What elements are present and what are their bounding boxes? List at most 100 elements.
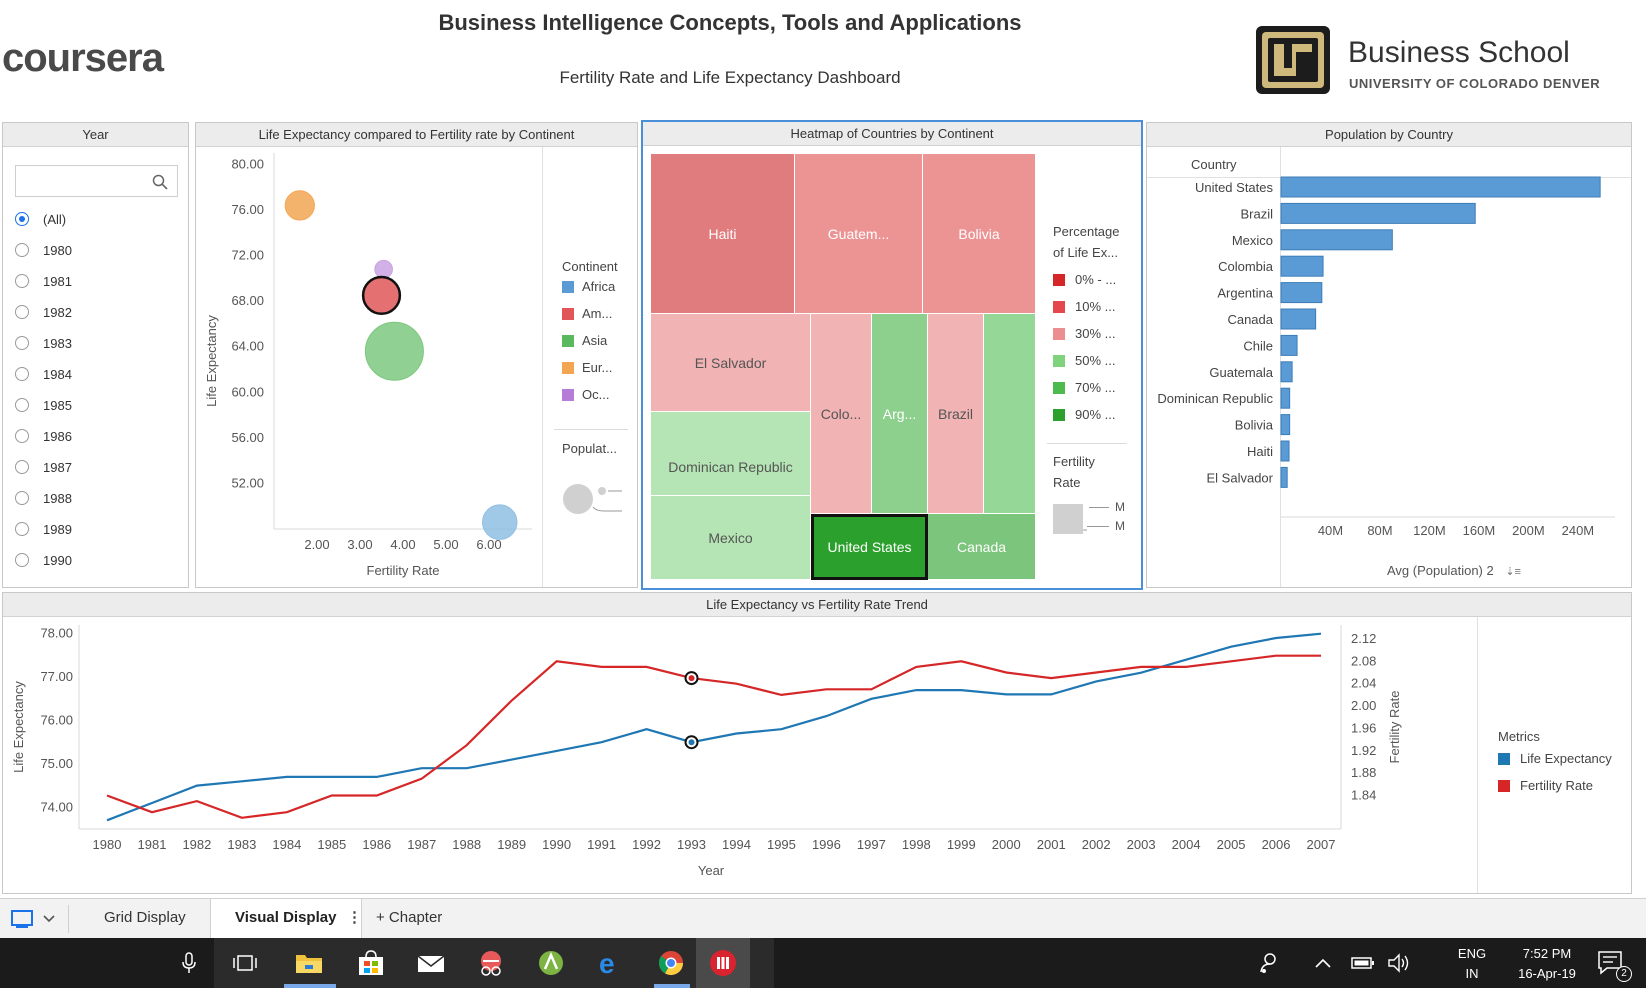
year-option[interactable]: (All) <box>15 209 66 229</box>
heatmap-tile[interactable]: Dominican Republic <box>651 412 811 496</box>
population-bar[interactable] <box>1280 255 1324 277</box>
radio-button[interactable] <box>15 491 29 505</box>
population-bar[interactable] <box>1280 466 1288 488</box>
population-bar[interactable] <box>1280 334 1298 356</box>
tab-visual-display[interactable]: Visual Display ⋮ <box>210 899 362 939</box>
radio-button[interactable] <box>15 398 29 412</box>
population-bar[interactable] <box>1280 176 1601 198</box>
year-search-input[interactable] <box>20 170 144 192</box>
radio-button[interactable] <box>15 212 29 226</box>
heatmap-legend-item[interactable]: 30% ... <box>1053 326 1115 341</box>
snipping-tool-icon[interactable] <box>474 946 508 980</box>
year-option[interactable]: 1984 <box>15 364 72 384</box>
heatmap-tile[interactable]: Canada <box>928 514 1036 580</box>
heatmap-legend-item[interactable]: 90% ... <box>1053 407 1115 422</box>
edge-browser-icon[interactable]: e <box>594 946 628 980</box>
scatter-point[interactable] <box>364 321 424 381</box>
population-bar-chart: 40M 80M 120M 160M 200M 240M United States Brazi… <box>1157 176 1615 538</box>
radio-button[interactable] <box>15 553 29 567</box>
population-bar[interactable] <box>1280 387 1291 409</box>
heatmap-tile[interactable]: Bolivia <box>923 154 1036 314</box>
heatmap-tile[interactable]: Haiti <box>651 154 795 314</box>
radio-button[interactable] <box>15 367 29 381</box>
volume-icon[interactable] <box>1382 946 1416 980</box>
tab-grid-display[interactable]: Grid Display <box>104 909 186 926</box>
radio-button[interactable] <box>15 243 29 257</box>
heatmap-legend-item[interactable]: 70% ... <box>1053 380 1115 395</box>
android-studio-icon[interactable] <box>534 946 568 980</box>
heatmap-tile[interactable]: Brazil <box>928 314 984 514</box>
radio-button[interactable] <box>15 305 29 319</box>
year-option-label: 1984 <box>43 366 72 382</box>
radio-button[interactable] <box>15 274 29 288</box>
language-indicator[interactable]: ENG IN <box>1452 944 1492 984</box>
radio-button[interactable] <box>15 336 29 350</box>
heatmap-legend-item[interactable]: 10% ... <box>1053 299 1115 314</box>
year-option[interactable]: 1981 <box>15 271 72 291</box>
country-label: Canada <box>1227 312 1273 327</box>
year-option-label: 1986 <box>43 428 72 444</box>
scatter-point[interactable] <box>374 259 393 279</box>
heatmap-legend-item[interactable]: 0% - ... <box>1053 272 1116 287</box>
heatmap-legend-item[interactable]: 50% ... <box>1053 353 1115 368</box>
heatmap-tile[interactable] <box>984 314 1036 514</box>
population-bar[interactable] <box>1280 308 1317 330</box>
country-label: Chile <box>1243 338 1273 353</box>
store-icon[interactable] <box>354 946 388 980</box>
legend-item[interactable]: Africa <box>562 279 615 294</box>
year-option[interactable]: 1986 <box>15 426 72 446</box>
population-bar[interactable] <box>1280 361 1293 383</box>
legend-item[interactable]: Eur... <box>562 360 612 375</box>
battery-icon[interactable] <box>1346 946 1380 980</box>
scatter-point[interactable] <box>361 275 402 316</box>
mail-icon[interactable] <box>414 946 448 980</box>
chrome-browser-icon[interactable] <box>654 946 688 980</box>
heatmap-tile[interactable]: Colo... <box>811 314 872 514</box>
heatmap-tile[interactable]: United States <box>810 513 929 581</box>
legend-item[interactable]: Oc... <box>562 387 609 402</box>
year-option[interactable]: 1989 <box>15 519 72 539</box>
legend-item[interactable]: Fertility Rate <box>1498 778 1593 793</box>
radio-button[interactable] <box>15 522 29 536</box>
notifications-icon[interactable]: 2 <box>1594 946 1632 982</box>
year-option[interactable]: 1983 <box>15 333 72 353</box>
radio-button[interactable] <box>15 429 29 443</box>
population-bar[interactable] <box>1280 202 1476 224</box>
task-view-icon[interactable] <box>228 946 262 980</box>
search-icon[interactable] <box>152 174 168 190</box>
file-explorer-icon[interactable] <box>292 946 326 980</box>
chevron-up-icon[interactable] <box>1306 946 1340 980</box>
tab-add-chapter[interactable]: + Chapter <box>376 909 442 926</box>
legend-item[interactable]: Am... <box>562 306 612 321</box>
heatmap-tile[interactable]: Mexico <box>651 496 811 580</box>
year-option[interactable]: 1987 <box>15 457 72 477</box>
y-tick-label: 80.00 <box>231 156 264 171</box>
x-tick-label: 1989 <box>497 837 526 852</box>
heatmap-tile[interactable]: Arg... <box>872 314 928 514</box>
view-toggle-button[interactable] <box>10 909 62 929</box>
year-option[interactable]: 1980 <box>15 240 72 260</box>
legend-item[interactable]: Asia <box>562 333 607 348</box>
year-option[interactable]: 1988 <box>15 488 72 508</box>
year-search-box[interactable] <box>15 165 178 197</box>
population-bar[interactable] <box>1280 414 1291 436</box>
microstrategy-icon[interactable] <box>706 946 740 980</box>
population-bar[interactable] <box>1280 282 1323 304</box>
year-option[interactable]: 1982 <box>15 302 72 322</box>
scatter-point[interactable] <box>482 504 518 540</box>
scatter-point[interactable] <box>284 190 315 221</box>
radio-button[interactable] <box>15 460 29 474</box>
microphone-icon[interactable] <box>172 946 206 980</box>
people-icon[interactable] <box>1252 946 1286 980</box>
population-bar[interactable] <box>1280 229 1393 251</box>
x-tick-label: 1985 <box>317 837 346 852</box>
year-option[interactable]: 1990 <box>15 550 72 570</box>
legend-item[interactable]: Life Expectancy <box>1498 751 1612 766</box>
heatmap-tile[interactable]: El Salvador <box>651 314 811 412</box>
population-bar[interactable] <box>1280 440 1290 462</box>
clock[interactable]: 7:52 PM 16-Apr-19 <box>1502 944 1592 984</box>
sort-descending-icon[interactable]: ⇣≡ <box>1505 566 1521 578</box>
heatmap-tile[interactable]: Guatem... <box>795 154 923 314</box>
year-option[interactable]: 1985 <box>15 395 72 415</box>
tab-menu-icon[interactable]: ⋮ <box>347 908 362 926</box>
